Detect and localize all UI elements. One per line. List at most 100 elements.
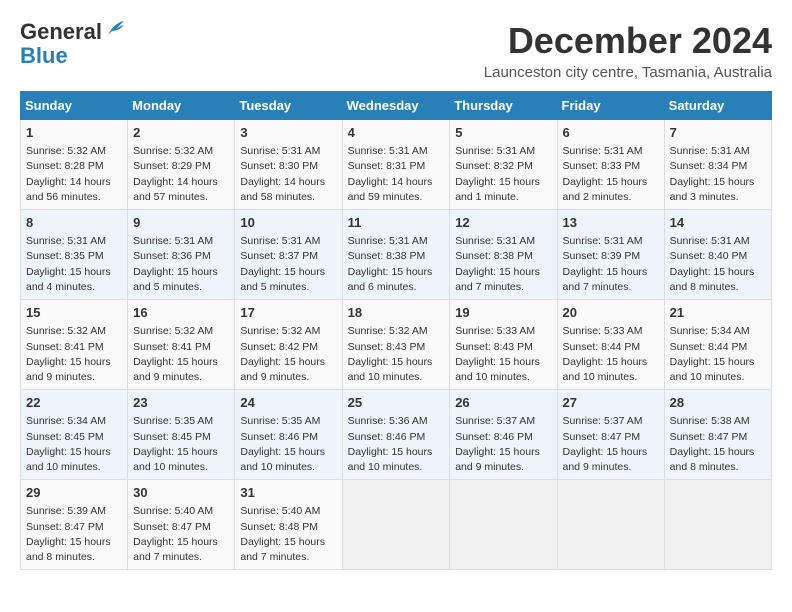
- day-number: 26: [455, 394, 551, 412]
- calendar-row: 29Sunrise: 5:39 AMSunset: 8:47 PMDayligh…: [21, 480, 772, 570]
- col-sunday: Sunday: [21, 92, 128, 120]
- day-info: Sunrise: 5:31 AMSunset: 8:36 PMDaylight:…: [133, 234, 229, 295]
- table-cell: 25 Sunrise: 5:36 AMSunset: 8:46 PMDayligh…: [342, 390, 450, 480]
- day-number: 23: [133, 394, 229, 412]
- table-cell: 12Sunrise: 5:31 AMSunset: 8:38 PMDayligh…: [450, 210, 557, 300]
- table-cell: 19 Sunrise: 5:33 AMSunset: 8:43 PMDayligh…: [450, 300, 557, 390]
- table-cell: 13 Sunrise: 5:31 AMSunset: 8:39 PMDayligh…: [557, 210, 664, 300]
- month-title: December 2024: [484, 20, 772, 62]
- day-number: 20: [563, 304, 659, 322]
- col-friday: Friday: [557, 92, 664, 120]
- day-info: Sunrise: 5:32 AMSunset: 8:42 PMDaylight:…: [240, 324, 336, 385]
- table-cell: 9 Sunrise: 5:31 AMSunset: 8:36 PMDaylight…: [128, 210, 235, 300]
- table-cell: 18 Sunrise: 5:32 AMSunset: 8:43 PMDayligh…: [342, 300, 450, 390]
- day-info: Sunrise: 5:31 AMSunset: 8:34 PMDaylight:…: [670, 144, 766, 205]
- table-cell: 16 Sunrise: 5:32 AMSunset: 8:41 PMDayligh…: [128, 300, 235, 390]
- table-cell: 27 Sunrise: 5:37 AMSunset: 8:47 PMDayligh…: [557, 390, 664, 480]
- table-cell: 11 Sunrise: 5:31 AMSunset: 8:38 PMDayligh…: [342, 210, 450, 300]
- table-cell: 10 Sunrise: 5:31 AMSunset: 8:37 PMDayligh…: [235, 210, 342, 300]
- day-number: 8: [26, 214, 122, 232]
- calendar-row: 1Sunrise: 5:32 AMSunset: 8:28 PMDaylight…: [21, 120, 772, 210]
- logo-general: General: [20, 20, 102, 44]
- table-cell: 1Sunrise: 5:32 AMSunset: 8:28 PMDaylight…: [21, 120, 128, 210]
- table-cell: [557, 480, 664, 570]
- table-cell: 30Sunrise: 5:40 AMSunset: 8:47 PMDayligh…: [128, 480, 235, 570]
- table-cell: 15 Sunrise: 5:32 AMSunset: 8:41 PMDayligh…: [21, 300, 128, 390]
- day-info: Sunrise: 5:31 AMSunset: 8:38 PMDaylight:…: [348, 234, 445, 295]
- day-number: 29: [26, 484, 122, 502]
- table-cell: 5 Sunrise: 5:31 AMSunset: 8:32 PMDaylight…: [450, 120, 557, 210]
- table-cell: 20 Sunrise: 5:33 AMSunset: 8:44 PMDayligh…: [557, 300, 664, 390]
- location-subtitle: Launceston city centre, Tasmania, Austra…: [484, 64, 772, 81]
- day-number: 9: [133, 214, 229, 232]
- day-number: 22: [26, 394, 122, 412]
- calendar-row: 15 Sunrise: 5:32 AMSunset: 8:41 PMDayligh…: [21, 300, 772, 390]
- day-number: 27: [563, 394, 659, 412]
- calendar-body: 1Sunrise: 5:32 AMSunset: 8:28 PMDaylight…: [21, 120, 772, 570]
- day-info: Sunrise: 5:33 AMSunset: 8:43 PMDaylight:…: [455, 324, 551, 385]
- day-info: Sunrise: 5:40 AMSunset: 8:47 PMDaylight:…: [133, 504, 229, 565]
- table-cell: 8Sunrise: 5:31 AMSunset: 8:35 PMDaylight…: [21, 210, 128, 300]
- day-info: Sunrise: 5:32 AMSunset: 8:41 PMDaylight:…: [26, 324, 122, 385]
- day-info: Sunrise: 5:33 AMSunset: 8:44 PMDaylight:…: [563, 324, 659, 385]
- table-cell: 17Sunrise: 5:32 AMSunset: 8:42 PMDayligh…: [235, 300, 342, 390]
- table-cell: 26Sunrise: 5:37 AMSunset: 8:46 PMDayligh…: [450, 390, 557, 480]
- col-saturday: Saturday: [664, 92, 771, 120]
- day-info: Sunrise: 5:40 AMSunset: 8:48 PMDaylight:…: [240, 504, 336, 565]
- day-info: Sunrise: 5:35 AMSunset: 8:46 PMDaylight:…: [240, 414, 336, 475]
- day-info: Sunrise: 5:37 AMSunset: 8:47 PMDaylight:…: [563, 414, 659, 475]
- calendar-row: 22 Sunrise: 5:34 AMSunset: 8:45 PMDayligh…: [21, 390, 772, 480]
- day-number: 13: [563, 214, 659, 232]
- day-number: 24: [240, 394, 336, 412]
- table-cell: 31 Sunrise: 5:40 AMSunset: 8:48 PMDayligh…: [235, 480, 342, 570]
- day-info: Sunrise: 5:31 AMSunset: 8:32 PMDaylight:…: [455, 144, 551, 205]
- title-block: December 2024 Launceston city centre, Ta…: [484, 20, 772, 81]
- table-cell: 6Sunrise: 5:31 AMSunset: 8:33 PMDaylight…: [557, 120, 664, 210]
- day-info: Sunrise: 5:38 AMSunset: 8:47 PMDaylight:…: [670, 414, 766, 475]
- table-cell: [450, 480, 557, 570]
- day-info: Sunrise: 5:32 AMSunset: 8:43 PMDaylight:…: [348, 324, 445, 385]
- table-cell: 14 Sunrise: 5:31 AMSunset: 8:40 PMDayligh…: [664, 210, 771, 300]
- day-number: 14: [670, 214, 766, 232]
- col-monday: Monday: [128, 92, 235, 120]
- day-number: 5: [455, 124, 551, 142]
- day-number: 25: [348, 394, 445, 412]
- day-info: Sunrise: 5:36 AMSunset: 8:46 PMDaylight:…: [348, 414, 445, 475]
- logo-blue: Blue: [20, 44, 68, 68]
- calendar-header-row: Sunday Monday Tuesday Wednesday Thursday…: [21, 92, 772, 120]
- table-cell: [664, 480, 771, 570]
- day-info: Sunrise: 5:32 AMSunset: 8:28 PMDaylight:…: [26, 144, 122, 205]
- day-info: Sunrise: 5:32 AMSunset: 8:29 PMDaylight:…: [133, 144, 229, 205]
- table-cell: 28Sunrise: 5:38 AMSunset: 8:47 PMDayligh…: [664, 390, 771, 480]
- day-number: 10: [240, 214, 336, 232]
- logo: General Blue: [20, 20, 126, 68]
- day-number: 15: [26, 304, 122, 322]
- day-number: 11: [348, 214, 445, 232]
- day-number: 4: [348, 124, 445, 142]
- col-thursday: Thursday: [450, 92, 557, 120]
- day-number: 21: [670, 304, 766, 322]
- day-info: Sunrise: 5:32 AMSunset: 8:41 PMDaylight:…: [133, 324, 229, 385]
- day-number: 19: [455, 304, 551, 322]
- table-cell: [342, 480, 450, 570]
- day-info: Sunrise: 5:35 AMSunset: 8:45 PMDaylight:…: [133, 414, 229, 475]
- col-tuesday: Tuesday: [235, 92, 342, 120]
- day-number: 6: [563, 124, 659, 142]
- day-info: Sunrise: 5:34 AMSunset: 8:45 PMDaylight:…: [26, 414, 122, 475]
- day-info: Sunrise: 5:31 AMSunset: 8:31 PMDaylight:…: [348, 144, 445, 205]
- table-cell: 21Sunrise: 5:34 AMSunset: 8:44 PMDayligh…: [664, 300, 771, 390]
- table-cell: 3 Sunrise: 5:31 AMSunset: 8:30 PMDaylight…: [235, 120, 342, 210]
- page-header: General Blue December 2024 Launceston ci…: [20, 20, 772, 81]
- day-number: 2: [133, 124, 229, 142]
- day-number: 3: [240, 124, 336, 142]
- calendar-row: 8Sunrise: 5:31 AMSunset: 8:35 PMDaylight…: [21, 210, 772, 300]
- day-info: Sunrise: 5:31 AMSunset: 8:39 PMDaylight:…: [563, 234, 659, 295]
- day-info: Sunrise: 5:31 AMSunset: 8:30 PMDaylight:…: [240, 144, 336, 205]
- day-number: 31: [240, 484, 336, 502]
- table-cell: 7Sunrise: 5:31 AMSunset: 8:34 PMDaylight…: [664, 120, 771, 210]
- day-info: Sunrise: 5:31 AMSunset: 8:37 PMDaylight:…: [240, 234, 336, 295]
- day-number: 18: [348, 304, 445, 322]
- day-number: 16: [133, 304, 229, 322]
- logo-bird-icon: [104, 21, 126, 39]
- day-info: Sunrise: 5:31 AMSunset: 8:40 PMDaylight:…: [670, 234, 766, 295]
